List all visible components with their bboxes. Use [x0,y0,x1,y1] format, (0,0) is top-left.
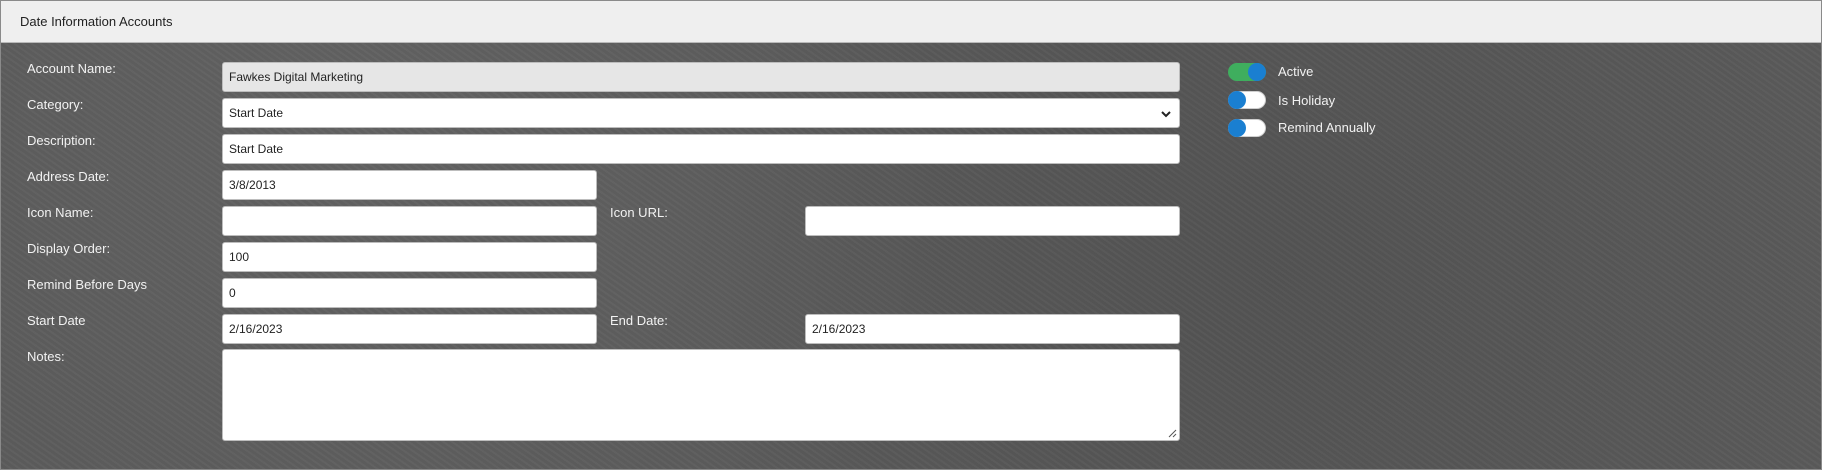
description-field[interactable]: Start Date [222,134,1180,164]
resize-grip-icon[interactable] [1168,429,1177,438]
panel-title: Date Information Accounts [20,14,173,29]
display-order-field[interactable]: 100 [222,242,597,272]
address-date-value: 3/8/2013 [229,178,276,192]
start-date-field[interactable]: 2/16/2023 [222,314,597,344]
active-toggle[interactable] [1228,63,1266,81]
is-holiday-toggle[interactable] [1228,91,1266,109]
remind-annually-toggle[interactable] [1228,119,1266,137]
is-holiday-toggle-label: Is Holiday [1278,93,1336,108]
end-date-label: End Date: [610,313,668,328]
category-label: Category: [27,97,84,112]
icon-url-label: Icon URL: [610,205,668,220]
address-date-label: Address Date: [27,169,110,184]
end-date-value: 2/16/2023 [812,322,866,336]
toggle-knob [1228,91,1246,109]
active-toggle-label: Active [1278,64,1314,79]
notes-textarea[interactable] [222,349,1180,441]
icon-name-label: Icon Name: [27,205,94,220]
toggle-knob [1248,63,1266,81]
description-label: Description: [27,133,96,148]
remind-annually-toggle-label: Remind Annually [1278,120,1376,135]
remind-before-days-field[interactable]: 0 [222,278,597,308]
remind-before-days-value: 0 [229,286,236,300]
description-value: Start Date [229,142,284,156]
category-select[interactable]: Start Date [222,98,1180,128]
date-information-panel: Date Information Accounts Account Name: … [0,0,1822,470]
category-value: Start Date [229,106,284,120]
chevron-down-icon [1161,111,1171,118]
start-date-label: Start Date [27,313,86,328]
notes-label: Notes: [27,349,65,364]
display-order-label: Display Order: [27,241,111,256]
start-date-value: 2/16/2023 [229,322,283,336]
panel-header: Date Information Accounts [1,1,1821,43]
icon-url-field[interactable] [805,206,1180,236]
end-date-field[interactable]: 2/16/2023 [805,314,1180,344]
display-order-value: 100 [229,250,250,264]
remind-before-days-label: Remind Before Days [27,277,147,292]
account-name-value: Fawkes Digital Marketing [229,70,364,84]
address-date-field[interactable]: 3/8/2013 [222,170,597,200]
account-name-label: Account Name: [27,61,116,76]
toggle-knob [1228,119,1246,137]
account-name-field[interactable]: Fawkes Digital Marketing [222,62,1180,92]
icon-name-field[interactable] [222,206,597,236]
